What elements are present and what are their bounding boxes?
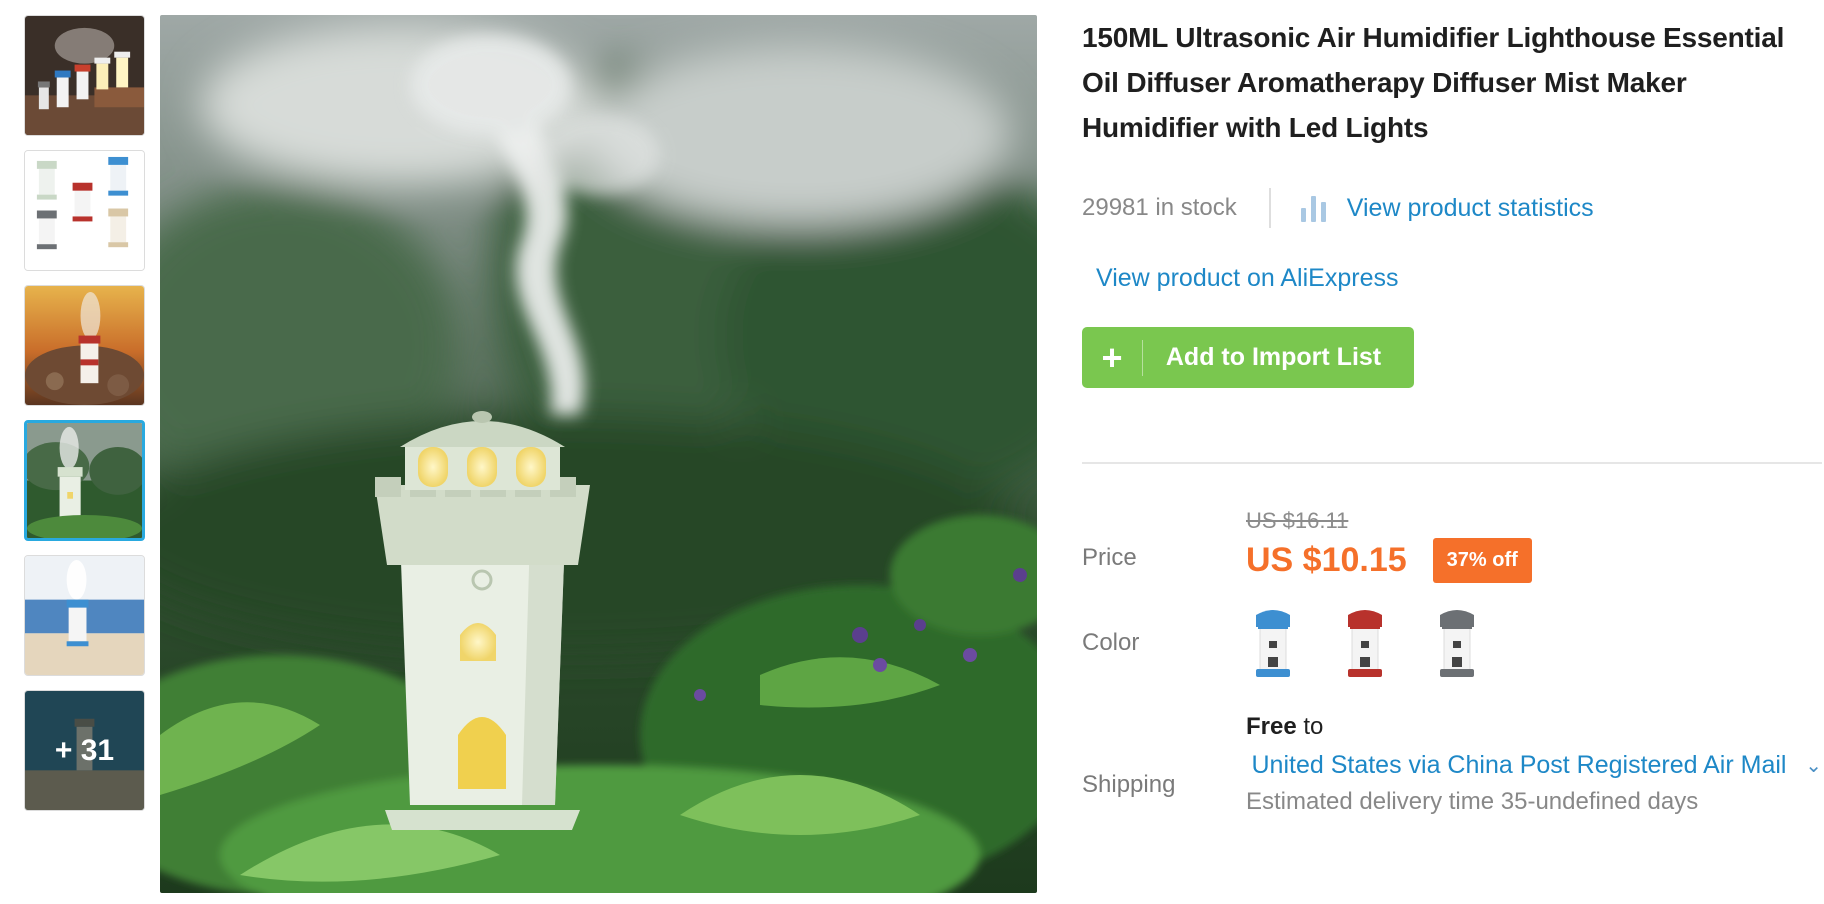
current-price-line: US $10.15 37% off: [1246, 538, 1532, 583]
lighthouse-blue-icon: [1256, 610, 1290, 677]
thumbnail-5[interactable]: [24, 555, 145, 676]
price-label: Price: [1082, 544, 1137, 571]
thumbnail-3[interactable]: [24, 285, 145, 406]
shipping-details: Free to United States via China Post Reg…: [1246, 713, 1822, 816]
price-values: US $16.11 US $10.15 37% off: [1246, 508, 1532, 583]
color-label: Color: [1082, 629, 1140, 656]
color-swatch-gray[interactable]: [1430, 605, 1484, 681]
color-row: Color: [1082, 605, 1822, 681]
lighthouse-humidifier-photo: [160, 15, 1037, 893]
stock-row: 29981 in stock View product statistics: [1082, 186, 1822, 230]
main-product-image[interactable]: [160, 15, 1037, 893]
color-swatch-red[interactable]: [1338, 605, 1392, 681]
thumbnail-1[interactable]: [24, 15, 145, 136]
chevron-down-icon: ⌄: [1805, 755, 1822, 777]
product-title: 150ML Ultrasonic Air Humidifier Lighthou…: [1082, 22, 1785, 143]
original-price: US $16.11: [1246, 508, 1349, 533]
price-row: Price US $16.11 US $10.15 37% off: [1082, 508, 1822, 583]
to-word: to: [1296, 713, 1324, 740]
lighthouse-red-icon: [1348, 610, 1382, 677]
shipping-row: Shipping Free to United States via China…: [1082, 713, 1822, 816]
section-divider: [1082, 462, 1822, 464]
thumbnail-image: [27, 423, 142, 538]
more-images-count: + 31: [25, 691, 144, 810]
shipping-method: United States via China Post Registered …: [1251, 751, 1787, 779]
color-swatch-blue[interactable]: [1246, 605, 1300, 681]
thumbnail-4[interactable]: [24, 420, 145, 541]
thumbnail-image: [25, 286, 144, 405]
view-statistics-link[interactable]: View product statistics: [1300, 193, 1594, 223]
estimated-delivery: Estimated delivery time 35-undefined day…: [1246, 788, 1699, 815]
plus-icon: +: [1101, 337, 1123, 378]
shipping-method-select[interactable]: United States via China Post Registered …: [1246, 747, 1823, 784]
thumbnail-2[interactable]: [24, 150, 145, 271]
current-price: US $10.15: [1246, 541, 1407, 579]
free-word: Free: [1246, 713, 1297, 740]
view-on-aliexpress-link[interactable]: View product on AliExpress: [1096, 264, 1398, 293]
shipping-label: Shipping: [1082, 771, 1176, 798]
free-shipping-text: Free to: [1246, 713, 1822, 741]
discount-badge: 37% off: [1432, 538, 1532, 583]
product-info-panel: 150ML Ultrasonic Air Humidifier Lighthou…: [1082, 15, 1822, 816]
thumbnail-image: [25, 151, 144, 270]
thumbnail-image: [25, 556, 144, 675]
thumbnail-more[interactable]: + 31: [24, 690, 145, 811]
thumbnail-list: + 31: [24, 15, 145, 825]
view-statistics-label: View product statistics: [1346, 193, 1594, 222]
add-to-import-list-button[interactable]: + Add to Import List: [1082, 327, 1414, 388]
bar-chart-icon: [1300, 194, 1329, 222]
lighthouse-gray-icon: [1440, 610, 1474, 677]
add-to-import-list-label: Add to Import List: [1165, 343, 1382, 371]
color-swatches: [1246, 605, 1484, 681]
stock-count: 29981 in stock: [1082, 194, 1237, 221]
divider: [1268, 188, 1271, 228]
thumbnail-image: [25, 16, 144, 135]
